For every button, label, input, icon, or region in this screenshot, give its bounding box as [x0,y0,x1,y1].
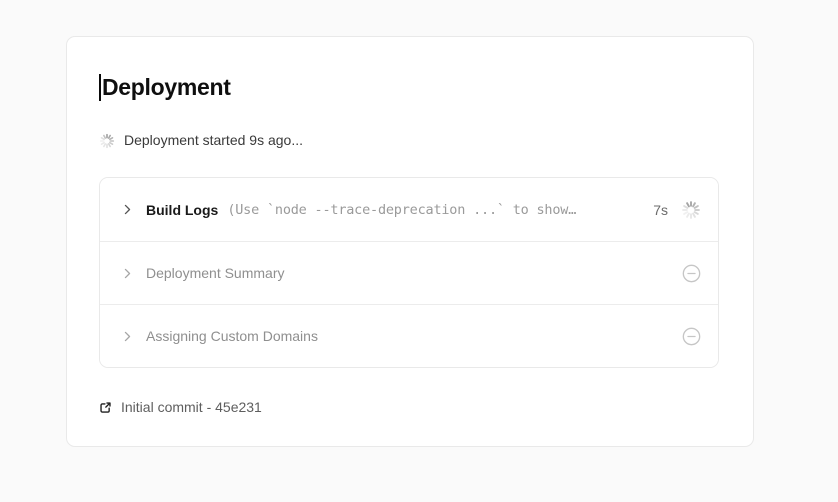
section-row-assigning-custom-domains[interactable]: Assigning Custom Domains [100,304,718,367]
section-label: Deployment Summary [146,265,285,281]
section-status [670,327,701,346]
chevron-right-icon [121,267,134,280]
deployment-sections: Build Logs (Use `node --trace-deprecatio… [99,177,719,368]
page: { "card": { "title": "Deployment", "stat… [0,0,838,502]
minus-circle-icon [682,327,701,346]
chevron-right-icon [121,330,134,343]
section-row-build-logs[interactable]: Build Logs (Use `node --trace-deprecatio… [100,178,718,241]
section-label: Assigning Custom Domains [146,328,318,344]
section-detail: (Use `node --trace-deprecation ...` to s… [227,202,576,218]
commit-link-label: Initial commit - 45e231 [121,399,262,415]
deployment-status: Deployment started 9s ago... [99,132,719,149]
deployment-card: Deployment Depl [66,36,754,447]
commit-link[interactable]: Initial commit - 45e231 [99,399,262,415]
title-row: Deployment [99,73,719,101]
page-title: Deployment [102,73,231,101]
spinner-icon [99,133,115,149]
chevron-right-icon [121,203,134,216]
duration-badge: 7s [653,202,668,218]
external-link-icon [99,401,112,414]
section-label: Build Logs [146,202,218,218]
minus-circle-icon [682,264,701,283]
text-cursor [99,74,101,101]
spinner-icon [681,200,701,220]
section-status [670,264,701,283]
status-text: Deployment started 9s ago... [124,132,303,149]
section-row-deployment-summary[interactable]: Deployment Summary [100,241,718,304]
section-status: 7s [641,200,701,220]
